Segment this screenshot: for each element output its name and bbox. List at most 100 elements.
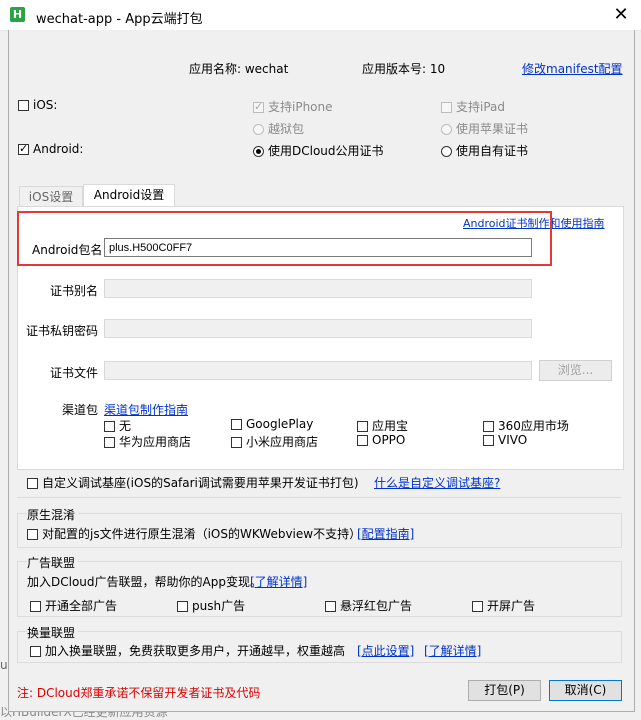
footer-note: 注: DCloud郑重承诺不保留开发者证书及代码 (17, 686, 261, 700)
cert-file-input[interactable] (104, 361, 532, 380)
exchange-title: 换量联盟 (27, 624, 79, 641)
channel-option-label: VIVO (498, 433, 528, 447)
channel-option[interactable]: OPPO (357, 433, 405, 447)
ads-option[interactable]: 开屏广告 (472, 597, 535, 614)
tab-ios-settings[interactable]: iOS设置 (19, 186, 83, 207)
modify-manifest-link[interactable]: 修改manifest配置 (522, 60, 623, 77)
use-own-cert-dot[interactable] (441, 146, 452, 157)
use-own-cert-radio[interactable]: 使用自有证书 (441, 142, 528, 159)
hbuilder-app-icon: H (10, 7, 25, 22)
cert-alias-label: 证书别名 (50, 284, 99, 298)
jailbreak-label: 越狱包 (268, 122, 305, 136)
support-ipad-checkbox[interactable]: 支持iPad (441, 98, 505, 115)
ads-option-label: push广告 (192, 599, 246, 613)
channel-checkbox[interactable] (483, 421, 494, 432)
background-text-char: u (0, 658, 8, 672)
ads-option-label: 开通全部广告 (45, 599, 118, 613)
close-icon[interactable]: ✕ (601, 0, 641, 30)
ads-option[interactable]: push广告 (177, 597, 245, 614)
custom-base-box[interactable] (27, 478, 38, 489)
ads-option-label: 悬浮红包广告 (340, 599, 413, 613)
channel-option[interactable]: 华为应用商店 (104, 433, 191, 450)
channel-option-label: 360应用市场 (498, 419, 569, 433)
channel-option[interactable]: 无 (104, 417, 131, 434)
cancel-button[interactable]: 取消(C) (549, 680, 622, 701)
ads-checkbox[interactable] (30, 601, 41, 612)
channel-option[interactable]: 应用宝 (357, 417, 408, 434)
channel-option-label: 无 (119, 419, 132, 433)
ads-checkbox[interactable] (177, 601, 188, 612)
channel-option[interactable]: 360应用市场 (483, 417, 569, 434)
exchange-settings-link[interactable]: [点此设置] (357, 642, 414, 659)
channel-option[interactable]: 小米应用商店 (231, 433, 318, 450)
channel-option-label: 华为应用商店 (119, 435, 192, 449)
exchange-box[interactable] (30, 646, 41, 657)
ads-description: 加入DCloud广告联盟，帮助你的App变现。 (27, 575, 262, 589)
channel-checkbox[interactable] (483, 435, 494, 446)
channel-checkbox[interactable] (104, 421, 115, 432)
channel-option[interactable]: VIVO (483, 433, 527, 447)
cert-key-password-label: 证书私钥密码 (26, 324, 99, 338)
use-dcloud-cert-label: 使用DCloud公用证书 (268, 144, 384, 158)
obfuscation-box[interactable] (27, 529, 38, 540)
android-checkbox-label: Android: (33, 142, 84, 156)
support-ipad-label: 支持iPad (456, 100, 506, 114)
cert-file-label: 证书文件 (50, 366, 99, 380)
tab-android-settings[interactable]: Android设置 (83, 184, 175, 208)
use-apple-cert-dot[interactable] (441, 124, 452, 135)
jailbreak-radio[interactable]: 越狱包 (253, 120, 304, 137)
ads-option[interactable]: 悬浮红包广告 (325, 597, 412, 614)
channel-checkbox[interactable] (104, 437, 115, 448)
use-dcloud-cert-radio[interactable]: 使用DCloud公用证书 (253, 142, 384, 159)
android-package-label: Android包名 (32, 243, 103, 257)
exchange-label: 加入换量联盟，免费获取更多用户，开通越早，权重越高 (45, 644, 346, 658)
app-name-label: 应用名称: wechat (189, 62, 289, 76)
support-iphone-box[interactable] (253, 100, 264, 113)
android-package-input[interactable] (104, 238, 532, 257)
cert-alias-input[interactable] (104, 279, 532, 298)
custom-base-help-link[interactable]: 什么是自定义调试基座? (374, 474, 500, 491)
ads-option-label: 开屏广告 (487, 599, 536, 613)
pack-button[interactable]: 打包(P) (468, 680, 541, 701)
support-iphone-checkbox[interactable]: 支持iPhone (253, 98, 333, 115)
channel-checkbox[interactable] (231, 419, 242, 430)
channel-option-label: 应用宝 (372, 419, 409, 433)
channel-option-label: OPPO (372, 433, 406, 447)
window-title: wechat-app - App云端打包 (36, 12, 203, 27)
ios-checkbox[interactable]: iOS: (18, 98, 57, 112)
ads-checkbox[interactable] (325, 601, 336, 612)
jailbreak-radio-dot[interactable] (253, 124, 264, 135)
ios-checkbox-box[interactable] (18, 100, 29, 111)
obfuscation-checkbox[interactable]: 对配置的js文件进行原生混淆（iOS的WKWebview不支持） (27, 525, 361, 542)
custom-base-label: 自定义调试基座(iOS的Safari调试需要用苹果开发证书打包) (42, 476, 359, 490)
ads-checkbox[interactable] (472, 601, 483, 612)
exchange-checkbox[interactable]: 加入换量联盟，免费获取更多用户，开通越早，权重越高 (30, 642, 345, 659)
channel-option-label: 小米应用商店 (246, 435, 319, 449)
use-apple-cert-radio[interactable]: 使用苹果证书 (441, 120, 528, 137)
android-checkbox[interactable]: Android: (18, 142, 83, 156)
use-dcloud-cert-dot[interactable] (253, 146, 264, 157)
cert-key-password-input[interactable] (104, 319, 532, 338)
channel-checkbox[interactable] (357, 435, 368, 446)
channel-guide-link[interactable]: 渠道包制作指南 (104, 401, 188, 418)
use-apple-cert-label: 使用苹果证书 (456, 122, 529, 136)
browse-button[interactable]: 浏览... (539, 360, 612, 381)
app-version-label: 应用版本号: 10 (362, 62, 446, 76)
title-bar: H wechat-app - App云端打包 ✕ (0, 0, 641, 31)
support-ipad-box[interactable] (441, 102, 452, 113)
separator (17, 497, 622, 498)
ads-title: 广告联盟 (27, 554, 79, 571)
obfuscation-label: 对配置的js文件进行原生混淆（iOS的WKWebview不支持） (42, 527, 362, 541)
exchange-details-link[interactable]: [了解详情] (424, 642, 481, 659)
ios-checkbox-label: iOS: (33, 98, 58, 112)
android-checkbox-box[interactable] (18, 142, 29, 155)
channel-option[interactable]: GooglePlay (231, 417, 313, 431)
ads-option[interactable]: 开通全部广告 (30, 597, 117, 614)
ads-details-link[interactable]: [了解详情] (250, 573, 307, 590)
channel-checkbox[interactable] (231, 437, 242, 448)
support-iphone-label: 支持iPhone (268, 100, 333, 114)
custom-base-checkbox[interactable]: 自定义调试基座(iOS的Safari调试需要用苹果开发证书打包) (27, 474, 359, 491)
channel-checkbox[interactable] (357, 421, 368, 432)
obfuscation-guide-link[interactable]: [配置指南] (357, 525, 414, 542)
use-own-cert-label: 使用自有证书 (456, 144, 529, 158)
